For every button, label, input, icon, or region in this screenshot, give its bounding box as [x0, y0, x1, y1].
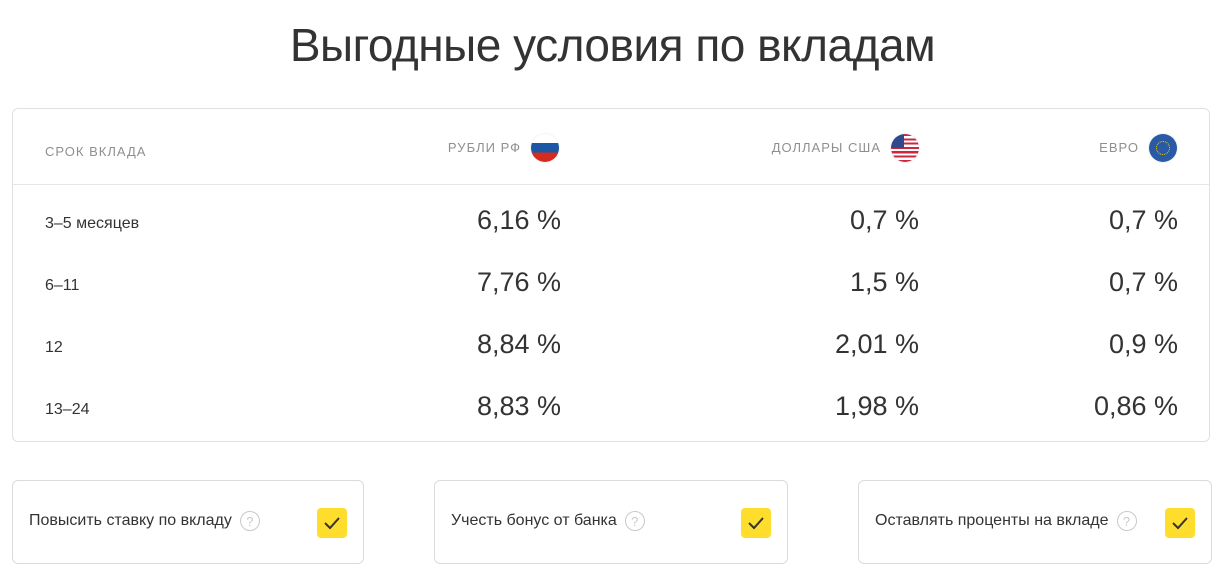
rate-usd: 1,98 % [834, 391, 919, 421]
help-icon[interactable]: ? [239, 511, 260, 531]
row-term: 3–5 месяцев [45, 215, 140, 232]
rate-eur: 0,7 % [1108, 267, 1178, 297]
option-bank-bonus[interactable]: Учесть бонус от банка? [434, 480, 788, 564]
option-label-text: Повысить ставку по вкладу [29, 512, 232, 530]
checkbox-checked[interactable] [317, 508, 347, 538]
header-eur: ЕВРО [1099, 134, 1177, 162]
option-increase-rate[interactable]: Повысить ставку по вкладу? [12, 480, 364, 564]
table-header: СРОК ВКЛАДА РУБЛИ РФ ДОЛЛАРЫ США ЕВРО [13, 109, 1209, 185]
table-row: 3–5 месяцев 6,16 % 0,7 % 0,7 % [13, 205, 1209, 245]
rate-rub: 8,84 % [476, 329, 561, 359]
option-keep-interest[interactable]: Оставлять проценты на вкладе? [858, 480, 1212, 564]
table-row: 12 8,84 % 2,01 % 0,9 % [13, 329, 1209, 369]
rate-rub: 7,76 % [476, 267, 561, 297]
checkmark-icon [748, 517, 764, 530]
row-term: 13–24 [45, 401, 90, 418]
header-term: СРОК ВКЛАДА [45, 140, 146, 164]
header-rub: РУБЛИ РФ [447, 134, 559, 162]
rate-eur: 0,86 % [1093, 391, 1178, 421]
rate-rub: 6,16 % [476, 205, 561, 235]
page-title: Выгодные условия по вкладам [289, 19, 936, 71]
header-term-label: СРОК ВКЛАДА [45, 144, 147, 159]
header-usd-label: ДОЛЛАРЫ США [771, 140, 881, 155]
option-label: Повысить ставку по вкладу? [29, 511, 260, 531]
deposit-rates-table: СРОК ВКЛАДА РУБЛИ РФ ДОЛЛАРЫ США ЕВРО 3–… [12, 108, 1210, 442]
rate-eur: 0,9 % [1108, 329, 1178, 359]
checkbox-checked[interactable] [1165, 508, 1195, 538]
help-icon[interactable]: ? [1116, 511, 1137, 531]
option-label: Оставлять проценты на вкладе? [875, 511, 1137, 531]
row-term: 6–11 [45, 277, 80, 294]
row-term: 12 [45, 339, 63, 356]
option-label-text: Оставлять проценты на вкладе [875, 512, 1109, 530]
option-label: Учесть бонус от банка? [451, 511, 645, 531]
rate-usd: 0,7 % [849, 205, 919, 235]
table-row: 13–24 8,83 % 1,98 % 0,86 % [13, 391, 1209, 431]
usa-flag-icon [891, 134, 919, 162]
rate-rub: 8,83 % [476, 391, 561, 421]
rate-usd: 1,5 % [849, 267, 919, 297]
rate-usd: 2,01 % [834, 329, 919, 359]
eu-flag-icon [1149, 134, 1177, 162]
option-label-text: Учесть бонус от банка [451, 512, 617, 530]
help-icon[interactable]: ? [624, 511, 645, 531]
checkmark-icon [324, 517, 340, 530]
table-row: 6–11 7,76 % 1,5 % 0,7 % [13, 267, 1209, 307]
header-rub-label: РУБЛИ РФ [447, 140, 521, 155]
checkbox-checked[interactable] [741, 508, 771, 538]
checkmark-icon [1172, 517, 1188, 530]
header-usd: ДОЛЛАРЫ США [771, 134, 919, 162]
header-eur-label: ЕВРО [1099, 140, 1139, 155]
rate-eur: 0,7 % [1108, 205, 1178, 235]
russia-flag-icon [531, 134, 559, 162]
